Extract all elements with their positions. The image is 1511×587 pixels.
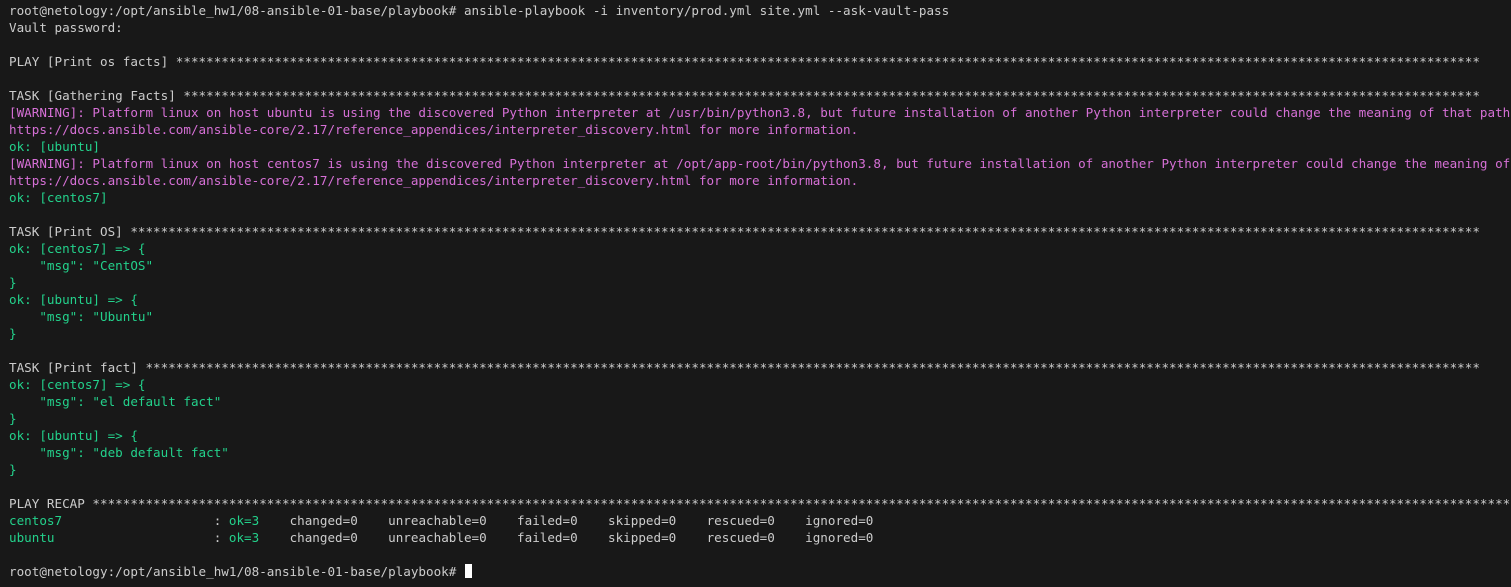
msg-line: "msg": "CentOS" bbox=[9, 258, 154, 273]
ok-line: ok: [ubuntu] bbox=[9, 139, 100, 154]
ok-line: ok: [centos7] => { bbox=[9, 241, 146, 256]
brace-line: } bbox=[9, 462, 17, 477]
shell-prompt: root@netology:/opt/ansible_hw1/08-ansibl… bbox=[9, 564, 464, 579]
recap-separator: : bbox=[213, 513, 229, 528]
recap-ok-count: ok=3 bbox=[228, 530, 260, 545]
play-header: PLAY [Print os facts] ******************… bbox=[9, 54, 1480, 69]
vault-password-prompt: Vault password: bbox=[9, 20, 123, 35]
warning-line: https://docs.ansible.com/ansible-core/2.… bbox=[9, 173, 859, 188]
brace-line: } bbox=[9, 326, 17, 341]
brace-line: } bbox=[9, 275, 17, 290]
recap-separator: : bbox=[213, 530, 229, 545]
recap-stats: changed=0 unreachable=0 failed=0 skipped… bbox=[259, 513, 874, 528]
warning-line: [WARNING]: Platform linux on host centos… bbox=[9, 156, 1511, 171]
play-recap-header: PLAY RECAP *****************************… bbox=[9, 496, 1511, 511]
ok-line: ok: [ubuntu] => { bbox=[9, 428, 138, 443]
task-header-print-fact: TASK [Print fact] **********************… bbox=[9, 360, 1480, 375]
warning-line: https://docs.ansible.com/ansible-core/2.… bbox=[9, 122, 859, 137]
ok-line: ok: [ubuntu] => { bbox=[9, 292, 138, 307]
task-header-print-os: TASK [Print OS] ************************… bbox=[9, 224, 1480, 239]
recap-row-ubuntu: ubuntu : ok=3 changed=0 unreachable=0 fa… bbox=[9, 529, 1511, 546]
task-header-gathering-facts: TASK [Gathering Facts] *****************… bbox=[9, 88, 1480, 103]
brace-line: } bbox=[9, 411, 17, 426]
text-cursor bbox=[464, 564, 472, 578]
msg-line: "msg": "deb default fact" bbox=[9, 445, 229, 460]
shell-prompt: root@netology:/opt/ansible_hw1/08-ansibl… bbox=[9, 3, 464, 18]
command-text: ansible-playbook -i inventory/prod.yml s… bbox=[463, 3, 950, 18]
recap-host: centos7 bbox=[9, 513, 214, 528]
recap-host: ubuntu bbox=[9, 530, 214, 545]
ok-line: ok: [centos7] bbox=[9, 190, 108, 205]
command-line: root@netology:/opt/ansible_hw1/08-ansibl… bbox=[9, 2, 1511, 19]
recap-ok-count: ok=3 bbox=[228, 513, 260, 528]
warning-line: [WARNING]: Platform linux on host ubuntu… bbox=[9, 105, 1511, 120]
final-prompt-line[interactable]: root@netology:/opt/ansible_hw1/08-ansibl… bbox=[9, 563, 1511, 580]
terminal-output[interactable]: root@netology:/opt/ansible_hw1/08-ansibl… bbox=[9, 2, 1511, 580]
ok-line: ok: [centos7] => { bbox=[9, 377, 146, 392]
recap-stats: changed=0 unreachable=0 failed=0 skipped… bbox=[259, 530, 874, 545]
msg-line: "msg": "Ubuntu" bbox=[9, 309, 154, 324]
msg-line: "msg": "el default fact" bbox=[9, 394, 222, 409]
recap-row-centos7: centos7 : ok=3 changed=0 unreachable=0 f… bbox=[9, 512, 1511, 529]
